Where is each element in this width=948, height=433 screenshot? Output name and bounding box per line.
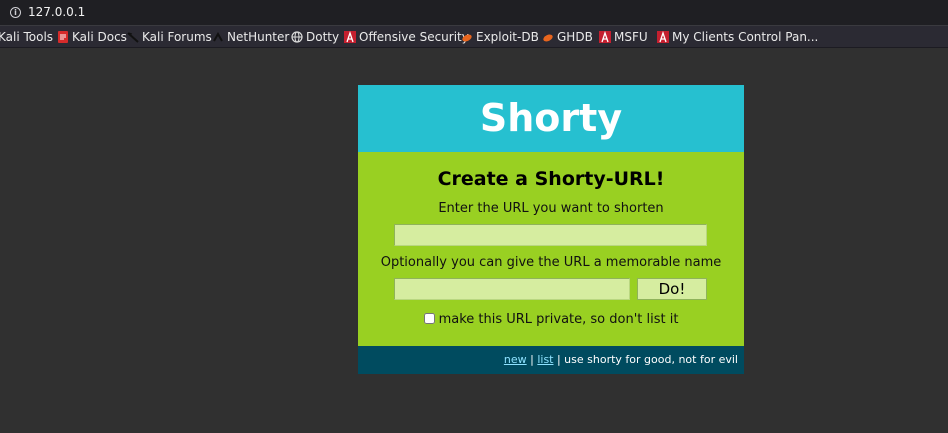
app-header: Shorty [358, 85, 744, 152]
shorten-form: Create a Shorty-URL! Enter the URL you w… [358, 152, 744, 346]
private-option: make this URL private, so don't list it [358, 312, 744, 327]
footer-tagline: | use shorty for good, not for evil [553, 353, 738, 366]
url-text[interactable]: 127.0.0.1 [28, 5, 85, 19]
bookmark-kali-tools[interactable]: Kali Tools [0, 26, 54, 47]
kali-docs-icon [57, 31, 69, 43]
url-input[interactable] [394, 224, 707, 246]
bookmarks-toolbar: Kali Tools Kali Docs Kali Forums NetHunt… [0, 26, 948, 48]
site-info-icon[interactable]: i [10, 7, 21, 18]
bookmark-label: NetHunter [227, 30, 290, 44]
do-button[interactable]: Do! [637, 278, 707, 300]
bookmark-my-clients-control-panel[interactable]: My Clients Control Pan... [657, 26, 819, 47]
bookmark-label: Kali Docs [72, 30, 127, 44]
bookmark-label: Exploit-DB [476, 30, 539, 44]
form-heading: Create a Shorty-URL! [437, 168, 665, 190]
globe-icon [291, 31, 303, 43]
bookmark-label: Kali Tools [0, 30, 54, 44]
bookmark-ghdb[interactable]: GHDB [542, 26, 593, 47]
bookmark-label: MSFU [614, 30, 648, 44]
list-link[interactable]: list [537, 353, 553, 366]
name-label: Optionally you can give the URL a memora… [380, 255, 722, 270]
url-label: Enter the URL you want to shorten [438, 201, 664, 216]
app-title: Shorty [479, 96, 623, 140]
shorty-card: Shorty Create a Shorty-URL! Enter the UR… [358, 85, 744, 374]
new-link[interactable]: new [504, 353, 527, 366]
bookmark-offensive-security[interactable]: Offensive Security [344, 26, 469, 47]
private-checkbox[interactable] [423, 313, 435, 324]
nethunter-icon [212, 31, 224, 43]
bookmark-label: GHDB [557, 30, 593, 44]
bookmark-exploit-db[interactable]: Exploit-DB [461, 26, 539, 47]
app-footer: new | list | use shorty for good, not fo… [358, 346, 744, 374]
bookmark-label: Dotty [306, 30, 340, 44]
kali-dragon-icon [127, 31, 139, 43]
bookmark-label: Kali Forums [142, 30, 212, 44]
bookmark-label: My Clients Control Pan... [672, 30, 819, 44]
bookmark-dotty[interactable]: Dotty [291, 26, 340, 47]
exploit-db-icon [461, 31, 473, 43]
bookmark-msfu[interactable]: MSFU [599, 26, 648, 47]
footer-separator: | [526, 353, 538, 366]
bookmark-nethunter[interactable]: NetHunter [212, 26, 290, 47]
name-input[interactable] [394, 278, 630, 300]
address-bar[interactable]: i 127.0.0.1 [0, 0, 948, 26]
bookmark-kali-forums[interactable]: Kali Forums [127, 26, 212, 47]
bookmark-kali-docs[interactable]: Kali Docs [57, 26, 127, 47]
bookmark-label: Offensive Security [359, 30, 469, 44]
offsec-icon [657, 31, 669, 43]
offsec-icon [599, 31, 611, 43]
ghdb-icon [542, 31, 554, 43]
private-label: make this URL private, so don't list it [438, 312, 679, 327]
offsec-icon [344, 31, 356, 43]
